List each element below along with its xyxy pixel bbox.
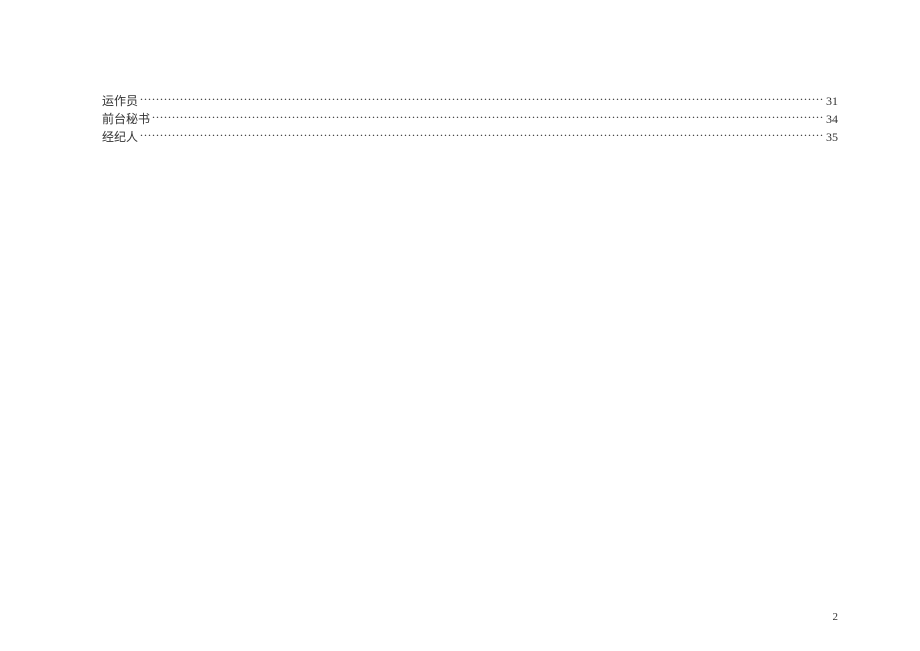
toc-entry-page: 35	[826, 128, 838, 146]
toc-entry: 经纪人 35	[102, 128, 838, 146]
toc-leader-dots	[152, 111, 824, 123]
page-number: 2	[833, 611, 839, 623]
toc-entry-page: 34	[826, 110, 838, 128]
document-page: 运作员 31 前台秘书 34 经纪人 35 2	[0, 0, 920, 651]
toc-leader-dots	[140, 93, 824, 105]
toc-entry-page: 31	[826, 92, 838, 110]
toc-entry: 运作员 31	[102, 92, 838, 110]
toc-leader-dots	[140, 129, 824, 141]
toc-entry-title: 运作员	[102, 92, 138, 110]
table-of-contents: 运作员 31 前台秘书 34 经纪人 35	[102, 92, 838, 146]
toc-entry: 前台秘书 34	[102, 110, 838, 128]
toc-entry-title: 经纪人	[102, 128, 138, 146]
toc-entry-title: 前台秘书	[102, 110, 150, 128]
